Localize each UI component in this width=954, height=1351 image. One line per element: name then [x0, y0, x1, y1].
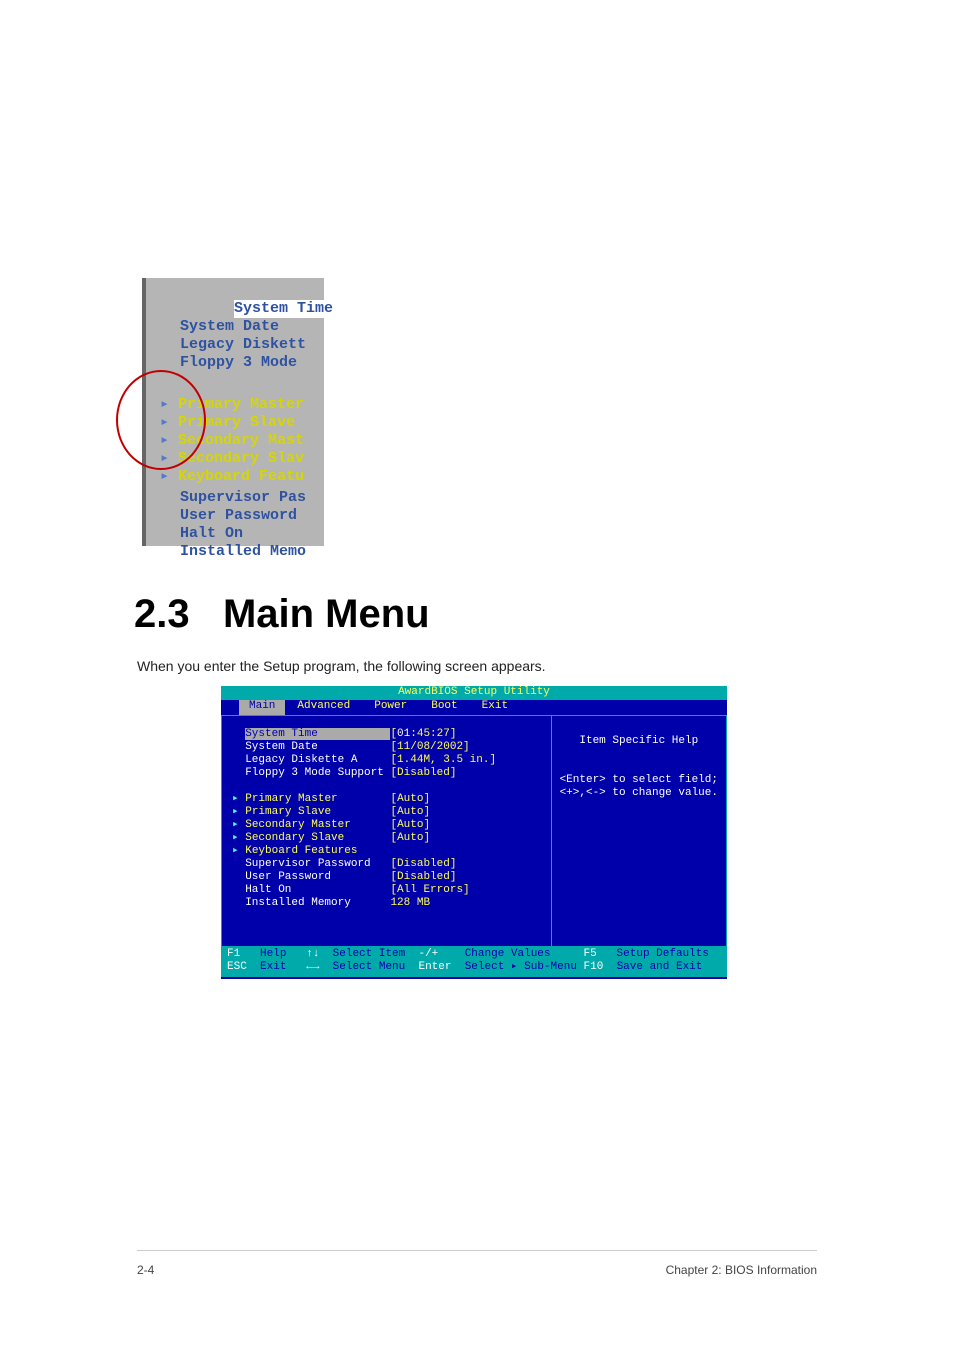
bios-item-value: [1.44M, 3.5 in.]	[390, 754, 496, 766]
key-f5: F5	[584, 948, 597, 960]
footer-save-exit: Save and Exit	[617, 961, 703, 973]
bios-screenshot: AwardBIOS Setup Utility Main Advanced Po…	[221, 686, 727, 979]
footer-select-item: Select Item	[333, 948, 406, 960]
bios-title: AwardBIOS Setup Utility	[221, 686, 727, 700]
bios-item-value: [11/08/2002]	[390, 741, 469, 753]
bios-item-row[interactable]: Floppy 3 Mode Support	[245, 767, 390, 779]
key-f10: F10	[584, 961, 604, 973]
bios-item-row[interactable]: Legacy Diskette A	[245, 754, 390, 766]
chapter-label: Chapter 2: BIOS Information	[666, 1263, 817, 1277]
footer-exit: Exit	[260, 961, 286, 973]
page-number: 2-4	[137, 1263, 154, 1277]
help-line: <+>,<-> to change value.	[560, 787, 718, 799]
heading-number: 2.3	[134, 592, 190, 636]
arrows-v-icon: ↑↓	[306, 948, 319, 960]
bios-snippet-image: System Time System Date Legacy Diskett F…	[142, 278, 324, 546]
section-heading: 2.3 Main Menu	[134, 592, 430, 637]
footer-help: Help	[260, 948, 286, 960]
key-pm: -/+	[418, 948, 438, 960]
triangle-icon: ▸	[160, 468, 178, 485]
bios-item-row[interactable]: Halt On	[245, 884, 390, 896]
bios-item-value: [01:45:27]	[390, 728, 456, 740]
snippet-selected-row: System Time	[234, 300, 333, 318]
key-esc: ESC	[227, 961, 247, 973]
bios-item-row[interactable]: Keyboard Features	[245, 845, 390, 857]
key-f1: F1	[227, 948, 240, 960]
tab-exit[interactable]: Exit	[470, 700, 520, 715]
bios-item-value: [Auto]	[390, 806, 430, 818]
help-line: <Enter> to select field;	[560, 774, 718, 786]
snippet-row: System Date	[180, 318, 279, 335]
bios-item-value: [Auto]	[390, 793, 430, 805]
bios-item-row[interactable]: System Time	[245, 728, 390, 740]
bios-item-row[interactable]: Installed Memory	[245, 897, 390, 909]
tab-advanced[interactable]: Advanced	[285, 700, 362, 715]
snippet-row: Halt On	[180, 525, 243, 542]
bios-item-row[interactable]: Secondary Slave	[245, 832, 390, 844]
tab-boot[interactable]: Boot	[419, 700, 469, 715]
snippet-row: Legacy Diskett	[180, 336, 306, 353]
footer-setup-defaults: Setup Defaults	[617, 948, 709, 960]
bios-item-row[interactable]: Primary Master	[245, 793, 390, 805]
heading-text: Main Menu	[223, 592, 430, 636]
snippet-submenu-row: Secondary Slav	[178, 450, 304, 467]
bios-item-value: [All Errors]	[390, 884, 469, 896]
key-enter: Enter	[418, 961, 451, 973]
bios-footer: F1 Help ↑↓ Select Item -/+ Change Values…	[221, 947, 727, 977]
footer-change-values: Change Values	[465, 948, 551, 960]
footer-select-menu: Select Menu	[333, 961, 406, 973]
body-paragraph: When you enter the Setup program, the fo…	[137, 658, 546, 674]
bios-item-value: [Auto]	[390, 832, 430, 844]
bios-item-value: [Disabled]	[390, 858, 456, 870]
snippet-row: Installed Memo	[180, 543, 306, 560]
bios-item-value: [Disabled]	[390, 871, 456, 883]
footer-rule	[137, 1250, 817, 1251]
arrows-h-icon: ←→	[306, 961, 319, 973]
snippet-row: User Password	[180, 507, 297, 524]
bios-item-row[interactable]: System Date	[245, 741, 390, 753]
bios-item-value: 128 MB	[390, 897, 430, 909]
bios-item-value: [Disabled]	[390, 767, 456, 779]
bios-help-panel: Item Specific Help <Enter> to select fie…	[551, 715, 727, 947]
bios-items-panel: System Time [01:45:27] System Date [11/0…	[221, 715, 551, 947]
bios-item-row[interactable]: User Password	[245, 871, 390, 883]
help-title: Item Specific Help	[579, 735, 698, 747]
bios-item-row[interactable]: Secondary Master	[245, 819, 390, 831]
tab-power[interactable]: Power	[362, 700, 419, 715]
bios-item-row[interactable]: Primary Slave	[245, 806, 390, 818]
bios-item-row[interactable]: Supervisor Password	[245, 858, 390, 870]
snippet-row: Floppy 3 Mode	[180, 354, 297, 371]
bios-menubar: Main Advanced Power Boot Exit	[221, 700, 727, 715]
bios-item-value: [Auto]	[390, 819, 430, 831]
snippet-row: Supervisor Pas	[180, 489, 306, 506]
red-circle-annotation	[116, 370, 206, 470]
footer-select-submenu: Select ▸ Sub-Menu	[465, 961, 577, 973]
tab-main[interactable]: Main	[239, 700, 285, 715]
